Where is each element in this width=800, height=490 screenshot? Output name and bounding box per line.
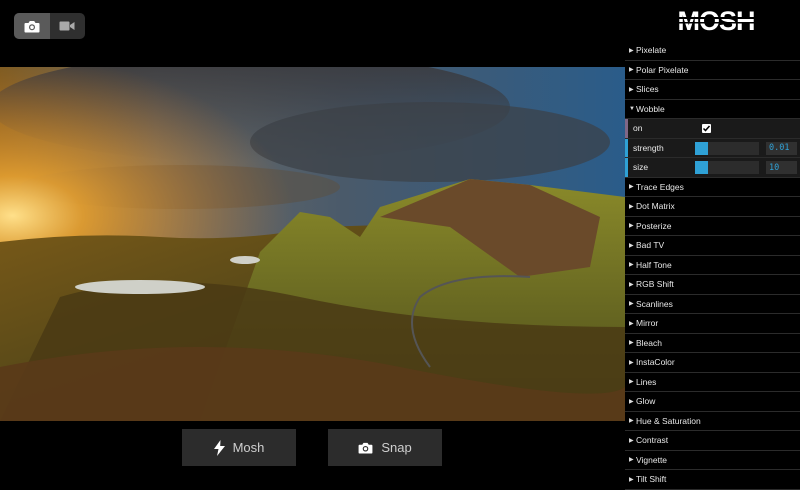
triangle-right-icon: ▶ (629, 476, 634, 483)
param-label: on (633, 123, 643, 134)
slider-fill (695, 141, 708, 155)
effect-label: Slices (636, 84, 659, 95)
video-camera-icon (59, 21, 75, 31)
triangle-right-icon: ▶ (629, 437, 634, 444)
effect-row-scanlines[interactable]: ▶ Scanlines (625, 294, 800, 314)
triangle-right-icon: ▶ (629, 242, 634, 249)
effect-row-vignette[interactable]: ▶ Vignette (625, 450, 800, 470)
effects-panel: ▶ Pixelate ▶ Polar Pixelate ▶ Slices ▼ W… (625, 41, 800, 490)
effect-label: Pixelate (636, 45, 667, 56)
size-input[interactable]: 10 (766, 161, 797, 174)
effect-label: Tilt Shift (636, 474, 667, 485)
camera-icon (358, 442, 373, 454)
svg-text:MOSH: MOSH (678, 6, 755, 34)
accent-bar (625, 119, 628, 138)
triangle-right-icon: ▶ (629, 67, 634, 74)
effect-row-instacolor[interactable]: ▶ InstaColor (625, 353, 800, 373)
effect-row-contrast[interactable]: ▶ Contrast (625, 431, 800, 451)
photo-mode-button[interactable] (14, 13, 50, 39)
triangle-right-icon: ▶ (629, 457, 634, 464)
effect-row-glow[interactable]: ▶ Glow (625, 392, 800, 412)
effect-label: Half Tone (636, 259, 672, 270)
effect-label: Polar Pixelate (636, 64, 689, 75)
triangle-right-icon: ▶ (629, 184, 634, 191)
effect-label: Vignette (636, 454, 668, 465)
effect-row-half-tone[interactable]: ▶ Half Tone (625, 255, 800, 275)
triangle-right-icon: ▶ (629, 47, 634, 54)
size-slider[interactable] (695, 161, 759, 174)
triangle-right-icon: ▶ (629, 418, 634, 425)
snap-button[interactable]: Snap (328, 429, 442, 466)
strength-input[interactable]: 0.01 (766, 141, 797, 155)
effect-label: InstaColor (636, 357, 675, 368)
effect-label: Mirror (636, 318, 659, 329)
effect-label: Contrast (636, 435, 669, 446)
param-label: size (633, 162, 649, 173)
check-icon (702, 125, 711, 132)
effect-row-trace-edges[interactable]: ▶ Trace Edges (625, 177, 800, 197)
effect-label: Scanlines (636, 298, 673, 309)
effect-row-polar-pixelate[interactable]: ▶ Polar Pixelate (625, 60, 800, 80)
mosh-button-label: Mosh (232, 440, 265, 455)
triangle-right-icon: ▶ (629, 359, 634, 366)
triangle-right-icon: ▶ (629, 398, 634, 405)
effects-list: ▶ Trace Edges ▶ Dot Matrix ▶ Posterize ▶ Bad TV… (625, 177, 800, 490)
effect-label: Glow (636, 396, 656, 407)
effect-row-dot-matrix[interactable]: ▶ Dot Matrix (625, 197, 800, 217)
triangle-right-icon: ▶ (629, 379, 634, 386)
effect-label: Hue & Saturation (636, 415, 701, 426)
mosh-logo: MOSH (671, 6, 761, 34)
triangle-right-icon: ▶ (629, 203, 634, 210)
effect-row-mirror[interactable]: ▶ Mirror (625, 314, 800, 334)
effect-row-lines[interactable]: ▶ Lines (625, 372, 800, 392)
effect-label: Bad TV (636, 240, 665, 251)
triangle-right-icon: ▶ (629, 281, 634, 288)
capture-mode-toggle (14, 13, 85, 39)
triangle-right-icon: ▶ (629, 340, 634, 347)
effect-label: Dot Matrix (636, 201, 675, 212)
accent-bar (625, 138, 628, 157)
effect-label: Lines (636, 376, 657, 387)
effect-row-bleach[interactable]: ▶ Bleach (625, 333, 800, 353)
effect-row-slices[interactable]: ▶ Slices (625, 80, 800, 100)
effect-row-posterize[interactable]: ▶ Posterize (625, 216, 800, 236)
snap-button-label: Snap (381, 440, 412, 455)
accent-bar (625, 158, 628, 177)
effect-row-hue-saturation[interactable]: ▶ Hue & Saturation (625, 411, 800, 431)
slider-fill (695, 161, 708, 174)
wobble-on-row: on (625, 119, 800, 139)
wobble-strength-row: strength 0.01 (625, 138, 800, 158)
mosh-button[interactable]: Mosh (182, 429, 296, 466)
triangle-right-icon: ▶ (629, 223, 634, 230)
stage-image (0, 67, 625, 421)
effect-label: RGB Shift (636, 279, 674, 290)
wobble-on-checkbox[interactable] (702, 124, 711, 133)
triangle-right-icon: ▶ (629, 86, 634, 93)
param-label: strength (633, 142, 664, 153)
effect-row-wobble[interactable]: ▼ Wobble (625, 99, 800, 119)
video-mode-button[interactable] (50, 13, 86, 39)
camera-icon (24, 20, 40, 32)
triangle-right-icon: ▶ (629, 301, 634, 308)
triangle-down-icon: ▼ (629, 105, 635, 112)
effect-row-bad-tv[interactable]: ▶ Bad TV (625, 236, 800, 256)
triangle-right-icon: ▶ (629, 320, 634, 327)
wobble-size-row: size 10 (625, 158, 800, 178)
lightning-icon (213, 439, 225, 456)
effect-row-rgb-shift[interactable]: ▶ RGB Shift (625, 275, 800, 295)
strength-slider[interactable] (695, 141, 759, 155)
effect-label: Posterize (636, 220, 672, 231)
triangle-right-icon: ▶ (629, 262, 634, 269)
effect-row-pixelate[interactable]: ▶ Pixelate (625, 41, 800, 61)
effect-label: Wobble (636, 103, 665, 114)
effect-row-tilt-shift[interactable]: ▶ Tilt Shift (625, 470, 800, 490)
effect-label: Trace Edges (636, 181, 684, 192)
effect-label: Bleach (636, 337, 662, 348)
